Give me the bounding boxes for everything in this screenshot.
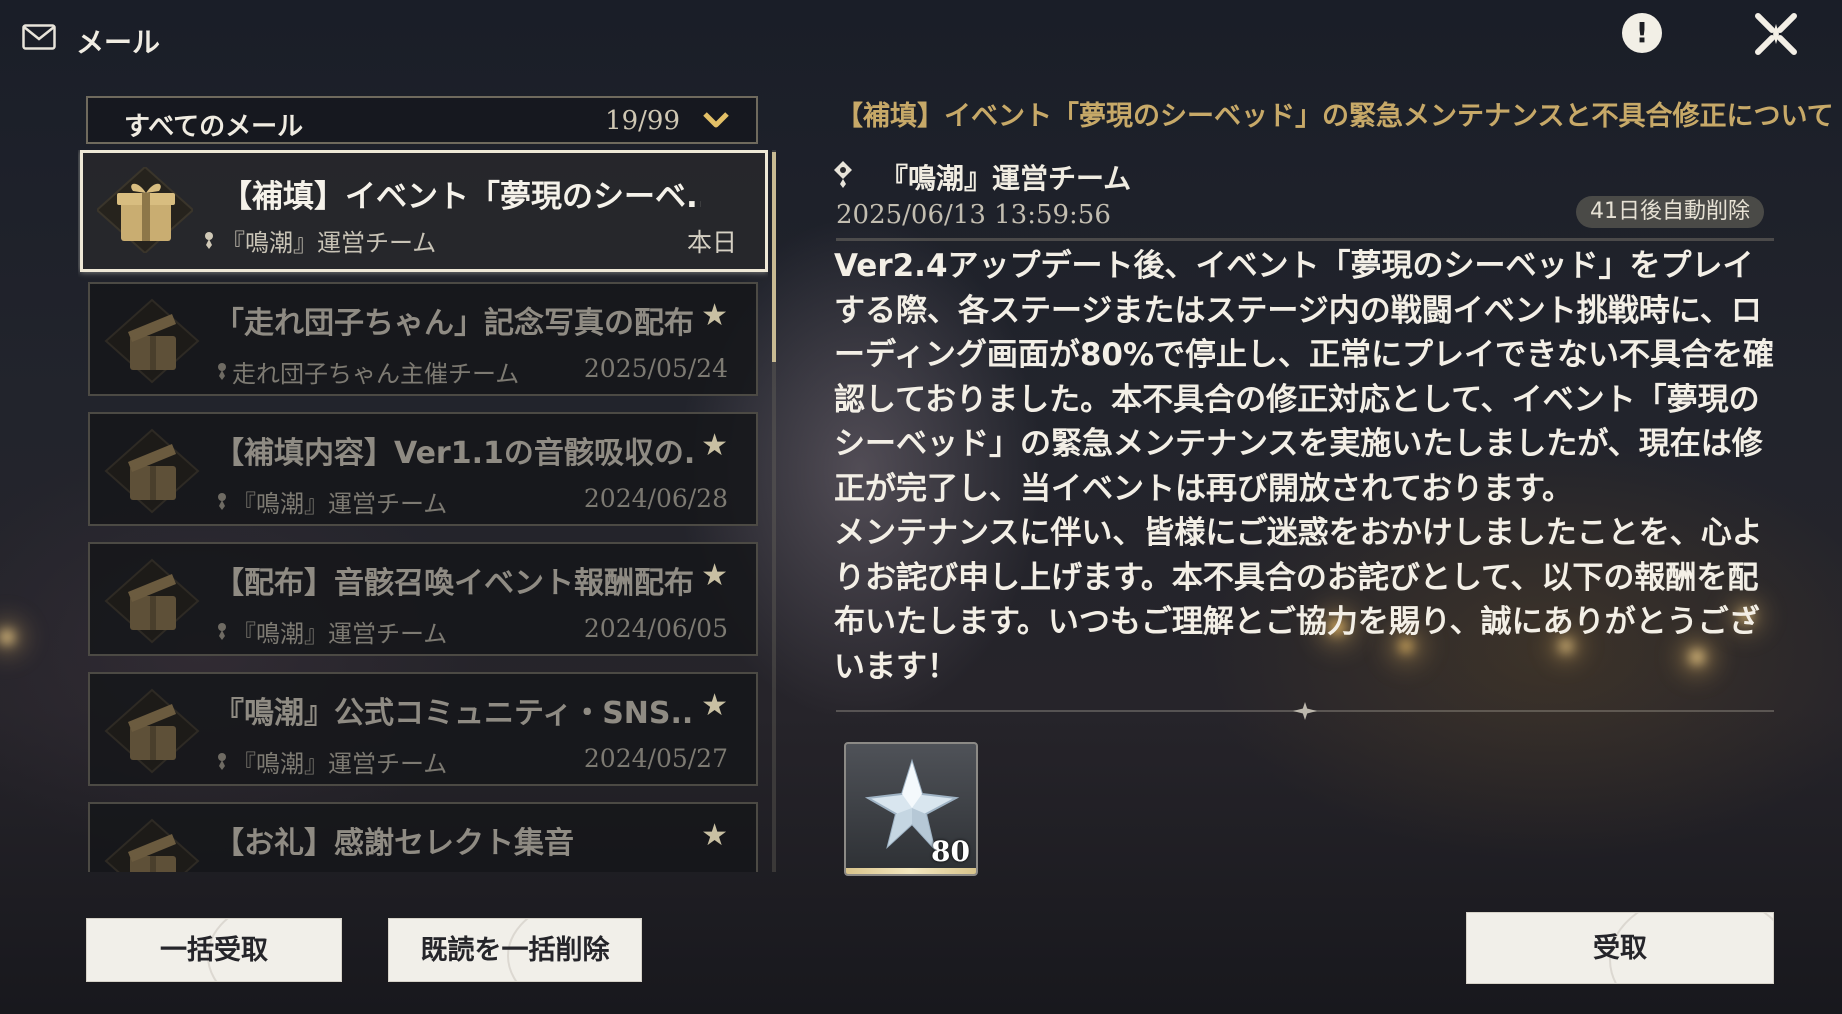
mail-title: 【お礼】感謝セレクト集音 xyxy=(214,826,574,861)
mail-sender: 『鳴潮』運営チーム xyxy=(232,620,448,648)
mail-title: 【補填内容】Ver1.1の音骸吸収の... xyxy=(214,436,694,471)
mail-item[interactable]: 【補填内容】Ver1.1の音骸吸収の... ★ 『鳴潮』運営チーム 2024/0… xyxy=(88,412,758,526)
gift-icon xyxy=(97,167,193,253)
mail-item[interactable]: 【お礼】感謝セレクト集音 ★ xyxy=(88,802,758,872)
bg-light xyxy=(0,630,14,644)
opened-gift-icon xyxy=(104,818,200,872)
mail-title: 【補填】イベント「夢現のシーベ... xyxy=(221,179,701,215)
opened-gift-icon xyxy=(104,558,200,644)
mail-sender: 走れ団子ちゃん主催チーム xyxy=(232,360,520,388)
star-icon: ★ xyxy=(701,558,728,593)
reward-quantity: 80 xyxy=(931,835,970,868)
claim-label: 受取 xyxy=(1593,933,1647,964)
location-pin-icon xyxy=(205,232,213,249)
opened-gift-icon xyxy=(104,428,200,514)
delete-read-button[interactable]: 既読を一括削除 xyxy=(388,918,642,982)
filter-label: すべてのメール xyxy=(124,112,304,142)
location-pin-icon xyxy=(834,161,852,188)
divider xyxy=(836,238,1774,241)
mail-title: 「走れ団子ちゃん」記念写真の配布 xyxy=(214,306,694,341)
mail-date: 本日 xyxy=(686,228,737,257)
mail-sender: 『鳴潮』運営チーム xyxy=(221,229,437,257)
mail-date: 2025/05/24 xyxy=(583,354,728,383)
page-title: メール xyxy=(76,26,161,59)
claim-all-button[interactable]: 一括受取 xyxy=(86,918,342,982)
mail-filter-dropdown[interactable]: すべてのメール 19/99 xyxy=(86,96,758,144)
expire-badge: 41日後自動削除 xyxy=(1576,196,1764,228)
location-pin-icon xyxy=(218,753,226,770)
mail-date: 2024/06/28 xyxy=(583,484,728,513)
location-pin-icon xyxy=(218,363,226,380)
mail-count: 19/99 xyxy=(605,106,680,136)
opened-gift-icon xyxy=(104,298,200,384)
star-icon: ★ xyxy=(701,818,728,853)
mail-date: 2024/05/27 xyxy=(583,744,728,773)
mail-sender: 『鳴潮』運営チーム xyxy=(232,490,448,518)
scrollbar-thumb[interactable] xyxy=(772,152,776,362)
mail-item-selected[interactable]: 【補填】イベント「夢現のシーベ... 『鳴潮』運営チーム 本日 xyxy=(80,150,768,272)
reward-rarity-bar xyxy=(846,868,976,874)
mail-sender: 『鳴潮』運営チーム xyxy=(232,750,448,778)
mail-title: 【配布】音骸召喚イベント報酬配布 xyxy=(214,566,694,601)
star-icon: ★ xyxy=(701,688,728,723)
detail-title: 【補填】イベント「夢現のシーベッド」の緊急メンテナンスと不具合修正について xyxy=(836,101,1834,132)
location-pin-icon xyxy=(218,493,226,510)
detail-date: 2025/06/13 13:59:56 xyxy=(836,200,1111,230)
star-icon: ★ xyxy=(701,298,728,333)
mail-item[interactable]: 【配布】音骸召喚イベント報酬配布 ★ 『鳴潮』運営チーム 2024/06/05 xyxy=(88,542,758,656)
mail-list[interactable]: 【補填】イベント「夢現のシーベ... 『鳴潮』運営チーム 本日 「走れ団子ちゃん… xyxy=(78,150,768,872)
mail-date: 2024/06/05 xyxy=(583,614,728,643)
detail-body: Ver2.4アップデート後、イベント「夢現のシーベッド」をプレイする際、各ステー… xyxy=(834,248,1775,685)
opened-gift-icon xyxy=(104,688,200,774)
location-pin-icon xyxy=(218,623,226,640)
chevron-down-icon xyxy=(703,112,729,128)
info-icon[interactable]: ! xyxy=(1622,13,1662,53)
mail-title: 『鳴潮』公式コミュニティ・SNS... xyxy=(214,696,694,731)
divider-ornament-icon xyxy=(1293,702,1317,720)
star-icon: ★ xyxy=(701,428,728,463)
detail-sender: 『鳴潮』運営チーム xyxy=(880,162,1132,195)
mail-icon xyxy=(22,24,56,50)
delete-read-label: 既読を一括削除 xyxy=(420,935,610,966)
claim-all-label: 一括受取 xyxy=(160,935,268,966)
mail-item[interactable]: 『鳴潮』公式コミュニティ・SNS... ★ 『鳴潮』運営チーム 2024/05/… xyxy=(88,672,758,786)
reward-item[interactable]: 80 xyxy=(844,742,978,876)
close-icon[interactable] xyxy=(1752,10,1800,58)
claim-button[interactable]: 受取 xyxy=(1466,912,1774,984)
mail-item[interactable]: 「走れ団子ちゃん」記念写真の配布 ★ 走れ団子ちゃん主催チーム 2025/05/… xyxy=(88,282,758,396)
